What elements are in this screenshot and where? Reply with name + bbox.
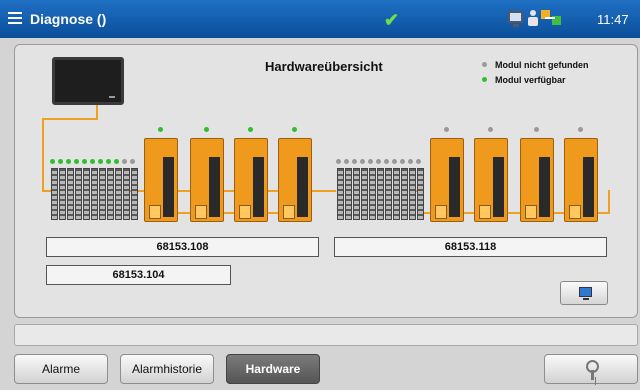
io-slice (123, 168, 130, 220)
drive-module[interactable] (520, 138, 554, 222)
tab-alarmhistorie[interactable]: Alarmhistorie (120, 354, 214, 384)
io-slice (369, 168, 376, 220)
io-slice (67, 168, 74, 220)
page-title: Diagnose () (30, 11, 107, 27)
io-slice (91, 168, 98, 220)
grey-dot-icon (534, 127, 539, 132)
io-slice (385, 168, 392, 220)
bus-line (312, 190, 336, 192)
io-slice (59, 168, 66, 220)
io-slice (131, 168, 138, 220)
drive-module[interactable] (564, 138, 598, 222)
grey-dot-icon (416, 159, 421, 164)
io-status-dots (50, 159, 135, 164)
clock: 11:47 (597, 12, 629, 27)
io-slice (353, 168, 360, 220)
io-slice (83, 168, 90, 220)
bus-line (178, 190, 190, 192)
io-status-dots (336, 159, 421, 164)
bus-line (224, 190, 234, 192)
monitor-button[interactable] (560, 281, 608, 305)
bus-line (608, 190, 610, 214)
green-dot-icon (98, 159, 103, 164)
station-label-2: 68153.118 (334, 237, 607, 257)
monitor-icon[interactable] (508, 11, 523, 27)
bus-line (268, 190, 278, 192)
io-slice (115, 168, 122, 220)
io-module-group-1[interactable] (51, 168, 138, 220)
io-slice (409, 168, 416, 220)
check-icon: ✔ (384, 10, 400, 30)
tab-hardware[interactable]: Hardware (226, 354, 320, 384)
hardware-overview-title: Hardwareübersicht (265, 59, 383, 74)
green-dot-icon (114, 159, 119, 164)
monitor-icon (579, 287, 592, 300)
io-slice (51, 168, 58, 220)
green-dot-icon (50, 159, 55, 164)
grey-dot-icon (408, 159, 413, 164)
legend-available: Modul verfügbar (482, 75, 566, 85)
grey-dot-icon (368, 159, 373, 164)
drive-module[interactable] (278, 138, 312, 222)
io-slice (75, 168, 82, 220)
grey-dot-icon (400, 159, 405, 164)
grey-dot-icon (376, 159, 381, 164)
menu-icon[interactable] (8, 12, 22, 24)
grey-dot-icon (344, 159, 349, 164)
io-slice (337, 168, 344, 220)
grey-dot-icon (336, 159, 341, 164)
grey-dot-icon (392, 159, 397, 164)
grey-dot-icon (130, 159, 135, 164)
grey-dot-icon (444, 127, 449, 132)
grey-dot-icon (360, 159, 365, 164)
network-icon[interactable] (541, 10, 563, 26)
green-dot-icon (74, 159, 79, 164)
drive-module[interactable] (474, 138, 508, 222)
green-dot-icon (90, 159, 95, 164)
green-dot-icon (204, 127, 209, 132)
io-slice (345, 168, 352, 220)
drive-module[interactable] (144, 138, 178, 222)
green-dot-icon (292, 127, 297, 132)
login-button[interactable] (544, 354, 638, 384)
io-slice (99, 168, 106, 220)
station-label-1: 68153.108 (46, 237, 319, 257)
io-slice (107, 168, 114, 220)
io-slice (417, 168, 424, 220)
io-slice (377, 168, 384, 220)
green-dot-icon (58, 159, 63, 164)
grey-dot-icon (384, 159, 389, 164)
hmi-display-device[interactable] (52, 57, 124, 105)
bus-line (42, 118, 44, 191)
bus-line (42, 118, 98, 120)
title-bar: Diagnose () ✔ 11:47 (0, 0, 640, 38)
tab-alarme[interactable]: Alarme (14, 354, 108, 384)
green-dot-icon (106, 159, 111, 164)
grey-dot-icon (578, 127, 583, 132)
status-bar (14, 324, 638, 346)
key-icon (585, 360, 601, 380)
grey-dot-icon (352, 159, 357, 164)
green-dot-icon (482, 77, 487, 82)
io-slice (393, 168, 400, 220)
green-dot-icon (66, 159, 71, 164)
user-icon[interactable] (528, 10, 538, 26)
io-slice (361, 168, 368, 220)
drive-module[interactable] (234, 138, 268, 222)
io-slice (401, 168, 408, 220)
drive-module[interactable] (430, 138, 464, 222)
legend-not-found: Modul nicht gefunden (482, 60, 589, 70)
bus-line (96, 105, 98, 119)
drive-module[interactable] (190, 138, 224, 222)
grey-dot-icon (488, 127, 493, 132)
green-dot-icon (158, 127, 163, 132)
green-dot-icon (248, 127, 253, 132)
green-dot-icon (82, 159, 87, 164)
grey-dot-icon (482, 62, 487, 67)
io-station-label: 68153.104 (46, 265, 231, 285)
io-module-group-2[interactable] (337, 168, 424, 220)
grey-dot-icon (122, 159, 127, 164)
